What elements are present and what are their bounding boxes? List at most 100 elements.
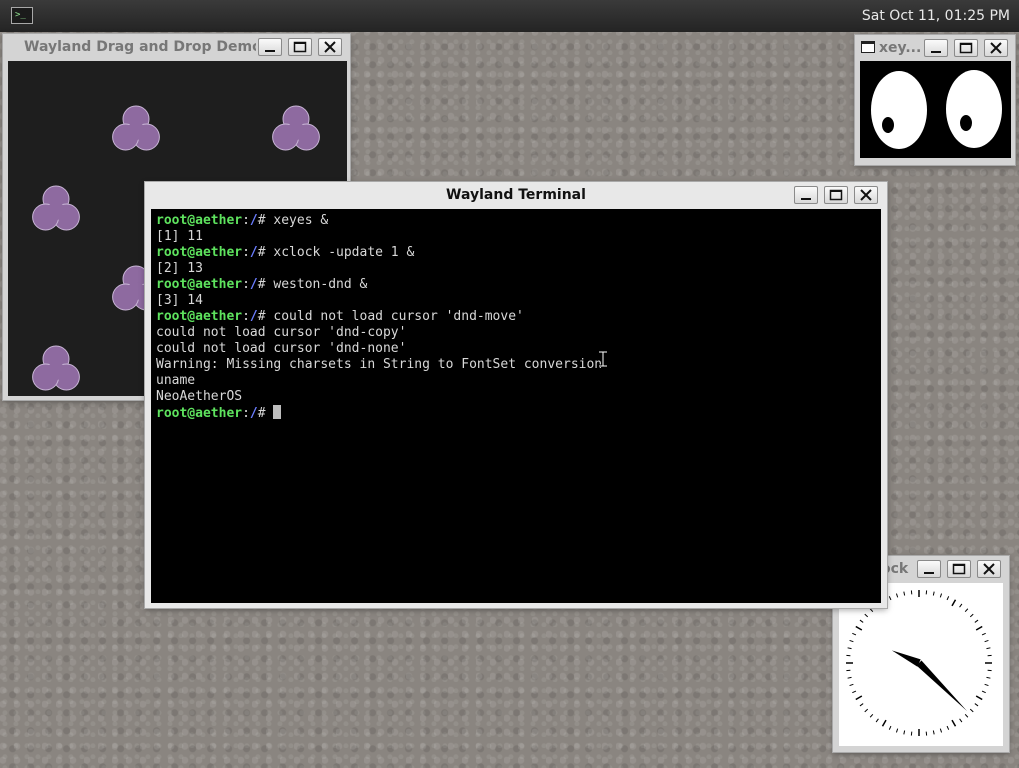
- close-button[interactable]: [854, 186, 878, 204]
- clock-tick: [969, 708, 974, 713]
- clock-tick: [981, 690, 986, 694]
- terminal-prompt-line: root@aether:/# xeyes &: [156, 213, 329, 228]
- clock-tick: [984, 683, 989, 687]
- top-panel: >_ Sat Oct 11, 01:25 PM: [0, 0, 1019, 32]
- clock-tick: [859, 619, 864, 623]
- clock-tick: [864, 708, 869, 713]
- clock-tick: [888, 725, 892, 730]
- clock-tick: [849, 639, 854, 643]
- terminal-caret: [273, 405, 282, 419]
- clock-tick: [895, 593, 899, 598]
- prompt-user-host: root@aether: [156, 406, 243, 421]
- minimize-button[interactable]: [794, 186, 818, 204]
- clock-tick: [951, 599, 957, 607]
- close-button[interactable]: [984, 39, 1008, 57]
- window-title: Wayland Drag and Drop Demo: [24, 39, 256, 55]
- clock-tick: [881, 719, 887, 727]
- terminal-output-line: [3] 14: [156, 293, 203, 308]
- close-button[interactable]: [977, 560, 1001, 578]
- dnd-titlebar[interactable]: Wayland Drag and Drop Demo: [3, 34, 350, 60]
- clock-tick: [974, 619, 979, 623]
- clock-tick: [975, 625, 983, 631]
- dnd-item-icon[interactable]: [112, 105, 160, 151]
- command-text: xeyes &: [273, 213, 329, 228]
- minute-hand: [916, 660, 968, 712]
- prompt-user-host: root@aether: [156, 213, 243, 228]
- right-pupil: [960, 115, 972, 131]
- maximize-button[interactable]: [947, 560, 971, 578]
- clock-tick: [946, 596, 950, 601]
- clock-tick: [946, 725, 950, 730]
- prompt-path: /: [249, 277, 258, 292]
- clock-tick: [939, 593, 943, 598]
- clock-tick: [939, 728, 943, 733]
- terminal-prompt-line: root@aether:/# weston-dnd &: [156, 277, 368, 292]
- maximize-button[interactable]: [824, 186, 848, 204]
- clock-tick: [895, 728, 899, 733]
- terminal-output-line: NeoAetherOS: [156, 389, 243, 404]
- maximize-button[interactable]: [288, 38, 312, 56]
- hour-hand: [891, 650, 921, 667]
- clock-tick: [959, 603, 963, 608]
- minimize-button[interactable]: [924, 39, 948, 57]
- terminal-output[interactable]: root@aether:/# xeyes & [1] 11 root@aether:…: [151, 209, 881, 603]
- prompt-user-host: root@aether: [156, 309, 243, 324]
- terminal-output-line: Warning: Missing charsets in String to F…: [156, 357, 603, 372]
- xeyes-titlebar[interactable]: xey...: [855, 35, 1015, 61]
- terminal-window[interactable]: Wayland Terminal root@aether:/# xeyes &[…: [145, 182, 887, 608]
- prompt-path: /: [249, 406, 258, 421]
- clock-tick: [959, 718, 963, 723]
- launcher-glyph: >_: [15, 10, 26, 20]
- minimize-button[interactable]: [917, 560, 941, 578]
- dnd-item-icon[interactable]: [272, 105, 320, 151]
- xeyes-canvas: [860, 61, 1011, 158]
- prompt-user-host: root@aether: [156, 277, 243, 292]
- clock-tick: [859, 703, 864, 707]
- text-cursor-icon: [599, 351, 607, 367]
- close-button[interactable]: [318, 38, 342, 56]
- minimize-button[interactable]: [258, 38, 282, 56]
- clock-tick: [869, 713, 874, 718]
- command-text: could not load cursor 'dnd-move': [273, 309, 524, 324]
- maximize-button[interactable]: [954, 39, 978, 57]
- clock-tick: [852, 690, 857, 694]
- terminal-titlebar[interactable]: Wayland Terminal: [145, 182, 887, 208]
- terminal-output-line: could not load cursor 'dnd-copy': [156, 325, 407, 340]
- xeyes-window[interactable]: xey...: [855, 35, 1015, 165]
- terminal-output-line: could not load cursor 'dnd-none': [156, 341, 407, 356]
- terminal-output-line: [2] 13: [156, 261, 203, 276]
- window-title: xey...: [879, 40, 922, 56]
- clock-tick: [951, 719, 957, 727]
- clock-tick: [847, 676, 852, 679]
- clock-tick: [849, 683, 854, 687]
- clock-tick: [964, 713, 969, 718]
- terminal-launcher-icon[interactable]: >_: [11, 7, 33, 24]
- clock-tick: [875, 718, 879, 723]
- clock-tick: [903, 591, 906, 596]
- command-text: xclock -update 1 &: [273, 245, 415, 260]
- clock-tick: [932, 591, 935, 596]
- clock-tick: [903, 730, 906, 735]
- prompt-path: /: [249, 245, 258, 260]
- right-eye: [946, 70, 1002, 148]
- clock-tick: [981, 632, 986, 636]
- clock-tick: [986, 647, 991, 650]
- terminal-prompt-line: root@aether:/# could not load cursor 'dn…: [156, 309, 524, 324]
- terminal-output-line: uname: [156, 373, 196, 388]
- clock-tick: [986, 676, 991, 679]
- clock-tick: [969, 613, 974, 618]
- terminal-prompt-line: root@aether:/#: [156, 405, 881, 421]
- dnd-item-icon[interactable]: [32, 185, 80, 231]
- prompt-path: /: [249, 309, 258, 324]
- clock-tick: [984, 639, 989, 643]
- clock-tick: [864, 613, 869, 618]
- clock-tick: [975, 695, 983, 701]
- clock-tick: [974, 703, 979, 707]
- dnd-item-icon[interactable]: [32, 345, 80, 391]
- clock-tick: [964, 608, 969, 613]
- clock-tick: [855, 695, 863, 701]
- window-app-icon: [861, 41, 875, 53]
- terminal-prompt-line: root@aether:/# xclock -update 1 &: [156, 245, 415, 260]
- clock-tick: [932, 730, 935, 735]
- prompt-path: /: [249, 213, 258, 228]
